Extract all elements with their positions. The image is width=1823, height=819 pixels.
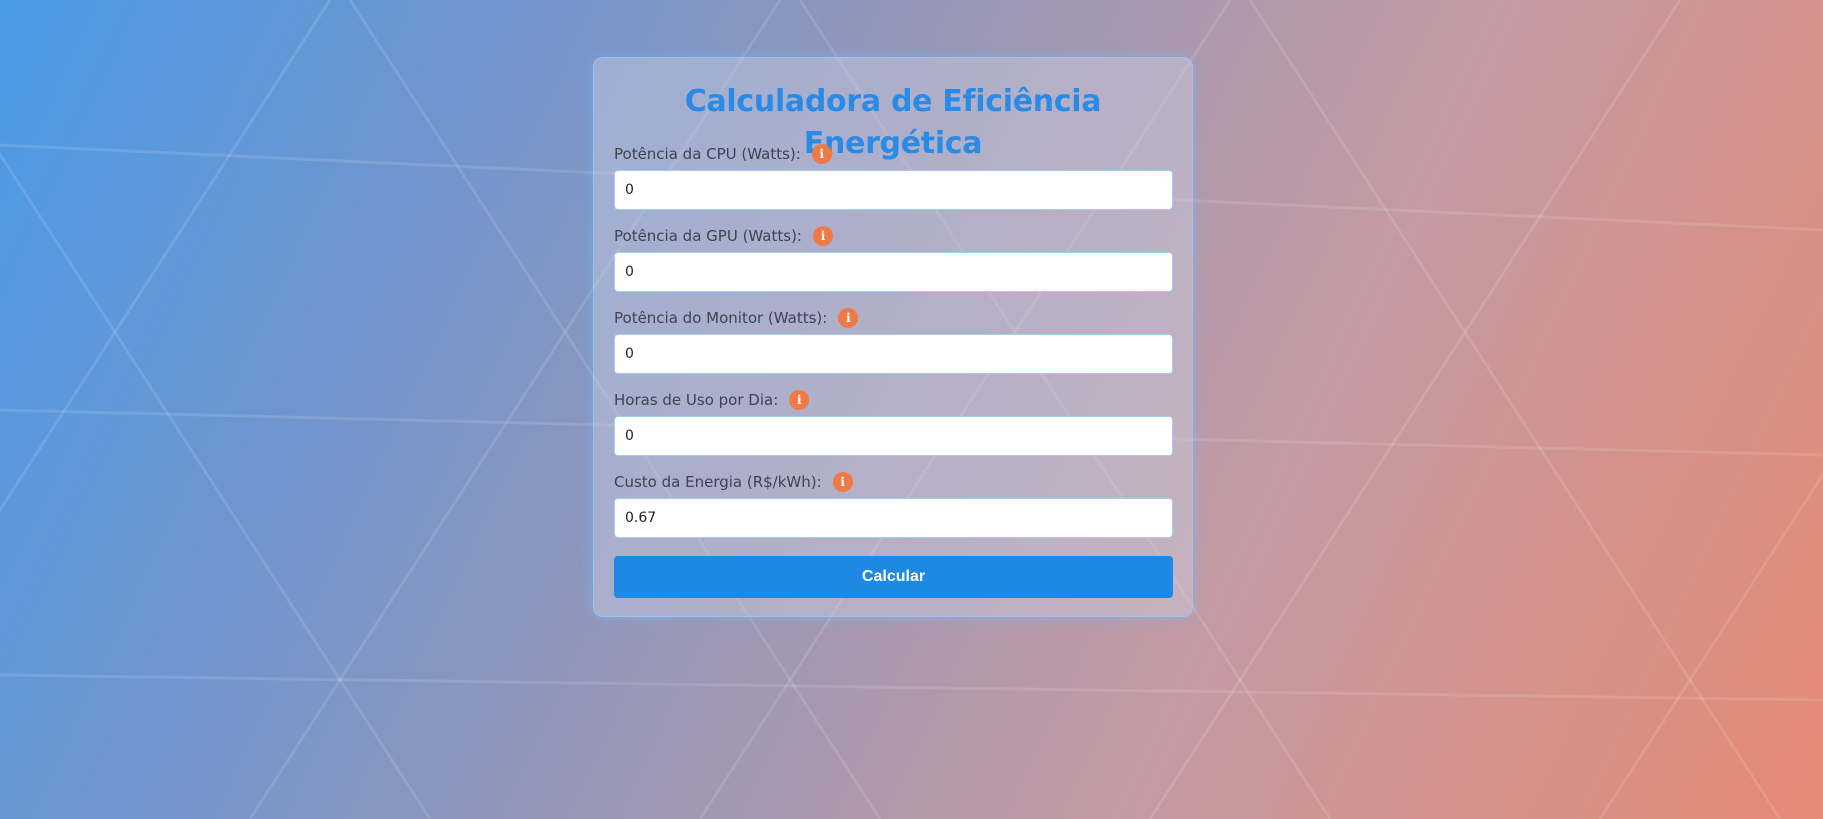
page-title: Calculadora de Eficiência Energética	[684, 84, 1102, 161]
energy-cost-label: Custo da Energia (R$/kWh):	[614, 473, 822, 491]
calculate-button[interactable]: Calcular	[614, 556, 1173, 598]
usage-hours-label: Horas de Uso por Dia:	[614, 391, 779, 409]
info-icon[interactable]: i	[811, 144, 832, 164]
monitor-power-input[interactable]	[614, 334, 1173, 374]
info-icon[interactable]: i	[789, 390, 810, 410]
cpu-power-input[interactable]	[614, 170, 1173, 210]
usage-hours-field: Horas de Uso por Dia: i	[614, 388, 1173, 456]
energy-cost-input[interactable]	[614, 498, 1173, 538]
cpu-power-label: Potência da CPU (Watts):	[614, 145, 801, 163]
gpu-power-field: Potência da GPU (Watts): i	[614, 224, 1173, 292]
gpu-power-input[interactable]	[614, 252, 1173, 292]
info-icon[interactable]: i	[832, 472, 853, 492]
gpu-power-label: Potência da GPU (Watts):	[614, 227, 802, 245]
info-icon[interactable]: i	[838, 308, 859, 328]
usage-hours-input[interactable]	[614, 416, 1173, 456]
energy-cost-field: Custo da Energia (R$/kWh): i	[614, 470, 1173, 538]
monitor-power-label: Potência do Monitor (Watts):	[614, 309, 828, 327]
info-icon[interactable]: i	[812, 226, 833, 246]
monitor-power-field: Potência do Monitor (Watts): i	[614, 306, 1173, 374]
calculator-card: Calculadora de Eficiência Energética Pot…	[593, 57, 1193, 617]
cpu-power-field: Potência da CPU (Watts): i	[614, 142, 1173, 210]
